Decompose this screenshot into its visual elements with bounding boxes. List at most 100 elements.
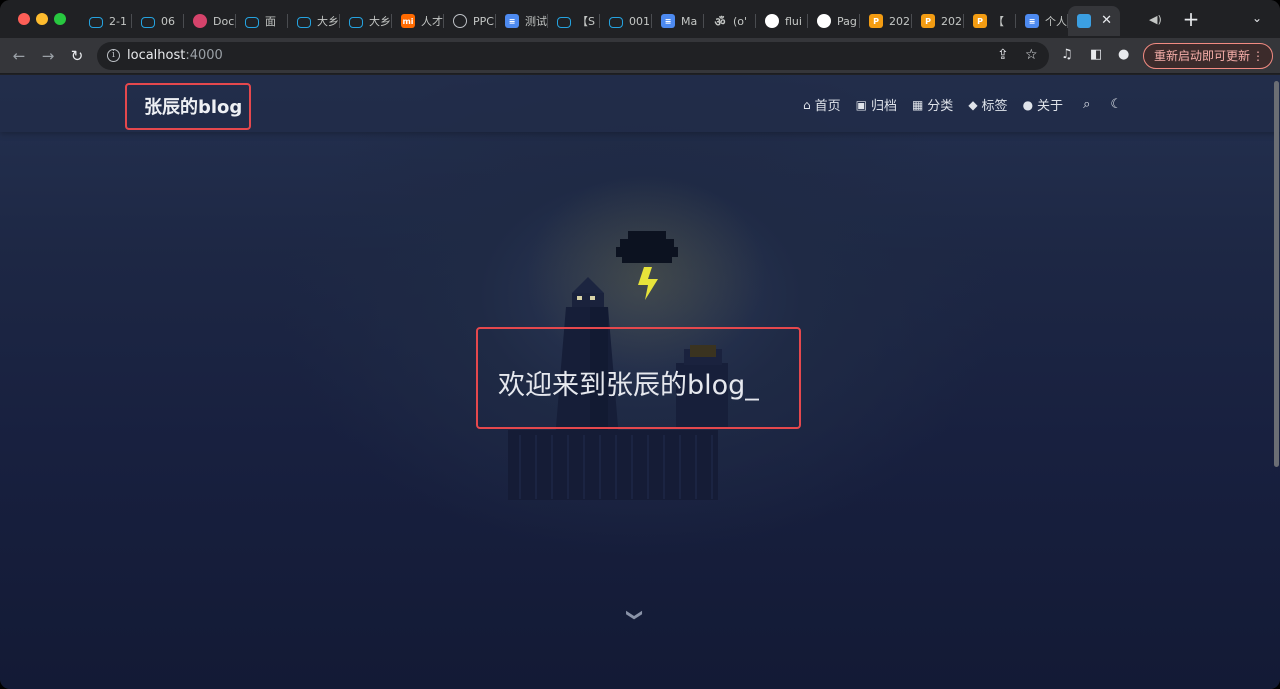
archive-icon: ▣ (855, 97, 867, 112)
bilibili-icon (349, 16, 363, 28)
minimize-window-button[interactable] (36, 13, 48, 25)
bilibili-icon (89, 16, 103, 28)
new-tab-button[interactable]: + (1180, 8, 1202, 30)
site-menu: ⌂ 首页 ▣ 归档 ▦ 分类 ◆ 标签 ● 关于 ⌕ ☾ (788, 95, 1122, 114)
dingtalk-icon (193, 14, 207, 28)
tab-label: 个人 (1045, 15, 1067, 28)
share-icon[interactable]: ⇪ (997, 47, 1009, 63)
blog-page: 张辰的blog ⌂ 首页 ▣ 归档 ▦ 分类 ◆ 标签 ● 关于 ⌕ ☾ 欢迎来到张辰的b… (0, 75, 1280, 689)
browser-tab[interactable]: flui (756, 6, 808, 36)
bookmark-star-icon[interactable]: ☆ (1025, 47, 1038, 63)
browser-tab[interactable]: 2-1 (80, 6, 132, 36)
update-button[interactable]: 重新启动即可更新 ⋮ (1143, 43, 1273, 69)
tab-label: 202 (941, 14, 962, 28)
xiaomi-icon: mi (401, 14, 415, 28)
nav-label: 首页 (814, 99, 841, 114)
browser-tab[interactable]: P 【 (964, 6, 1016, 36)
browser-tab[interactable]: Pag (808, 6, 860, 36)
nav-item-tags[interactable]: ◆ 标签 (968, 95, 1008, 115)
browser-tab-active[interactable]: ✕ (1068, 6, 1120, 36)
url-text[interactable]: localhost:4000 (127, 48, 223, 63)
github-icon (765, 14, 779, 28)
bilibili-icon (557, 16, 571, 28)
browser-tab[interactable]: P 202 (912, 6, 964, 36)
docs-icon: ≡ (1025, 14, 1039, 28)
browser-window: 2-1 06 Doc 面 大乡 大乡 mi 人才 PPC ≡ 测试 【S 001 ≡… (0, 0, 1280, 689)
browser-tab[interactable]: ≡ 个人 (1016, 6, 1068, 36)
tab-label: 【S (577, 15, 595, 28)
tab-label: flui (785, 14, 802, 28)
chevron-down-icon[interactable]: ❯ (626, 604, 645, 626)
browser-tab[interactable]: 001 (600, 6, 652, 36)
reload-button[interactable]: ↻ (66, 45, 88, 67)
side-panel-icon[interactable]: ◧ (1090, 47, 1102, 62)
nav-label: 标签 (981, 99, 1008, 114)
tab-label: 人才 (421, 15, 443, 28)
url-port: :4000 (185, 48, 223, 63)
hero-highlight-box (476, 327, 801, 429)
nav-label: 分类 (927, 99, 954, 114)
maximize-window-button[interactable] (54, 13, 66, 25)
chevron-down-icon[interactable]: ⌄ (1252, 11, 1262, 25)
browser-tab[interactable]: ॐ (o' (704, 6, 756, 36)
brand-highlight-box (125, 83, 251, 130)
tab-strip: 2-1 06 Doc 面 大乡 大乡 mi 人才 PPC ≡ 测试 【S 001 ≡… (0, 0, 1280, 38)
page-scrollbar[interactable] (1274, 81, 1279, 467)
more-menu-icon[interactable]: ⋮ (1252, 44, 1264, 68)
pp-icon: P (973, 14, 987, 28)
search-icon[interactable]: ⌕ (1083, 97, 1090, 112)
tags-icon: ◆ (968, 97, 978, 112)
url-host: localhost (127, 48, 186, 63)
user-icon: ● (1022, 97, 1034, 112)
close-window-button[interactable] (18, 13, 30, 25)
pp-icon: P (921, 14, 935, 28)
nav-item-categories[interactable]: ▦ 分类 (912, 95, 954, 115)
browser-tab[interactable]: 06 (132, 6, 184, 36)
browser-tab[interactable]: 大乡 (340, 6, 392, 36)
tab-label: Ma (681, 14, 698, 28)
globe-icon (453, 14, 467, 28)
tab-list: 2-1 06 Doc 面 大乡 大乡 mi 人才 PPC ≡ 测试 【S 001 ≡… (80, 6, 1120, 36)
speaker-icon[interactable]: ◀) (1149, 13, 1162, 26)
dark-mode-icon[interactable]: ☾ (1110, 97, 1122, 112)
tab-label: 大乡 (369, 15, 391, 28)
github-icon (817, 14, 831, 28)
docs-icon: ≡ (661, 14, 675, 28)
bilibili-icon (141, 16, 155, 28)
tab-label: 面 (265, 15, 276, 28)
browser-tab[interactable]: ≡ 测试 (496, 6, 548, 36)
browser-toolbar: ← → ↻ i localhost:4000 ⇪ ☆ ♫ ◧ ● 重新启动即可更… (0, 38, 1280, 74)
browser-tab[interactable]: P 202 (860, 6, 912, 36)
media-control-icon[interactable]: ♫ (1061, 47, 1073, 62)
bilibili-icon (609, 16, 623, 28)
tab-label: 2-1 (109, 14, 127, 28)
back-button[interactable]: ← (8, 45, 30, 67)
info-icon[interactable]: i (107, 49, 120, 62)
home-icon: ⌂ (802, 97, 811, 112)
browser-tab[interactable]: 大乡 (288, 6, 340, 36)
address-bar[interactable]: i localhost:4000 ⇪ ☆ (97, 42, 1049, 70)
browser-tab[interactable]: 【S (548, 6, 600, 36)
nav-item-about[interactable]: ● 关于 (1022, 95, 1064, 115)
nav-item-home[interactable]: ⌂ 首页 (802, 95, 841, 115)
browser-tab[interactable]: 面 (236, 6, 288, 36)
site-navbar: 张辰的blog ⌂ 首页 ▣ 归档 ▦ 分类 ◆ 标签 ● 关于 ⌕ ☾ (0, 75, 1280, 132)
bilibili-icon (245, 16, 259, 28)
update-button-label: 重新启动即可更新 (1154, 49, 1251, 63)
tab-label: (o' (733, 14, 748, 28)
tab-label: Doc (213, 14, 235, 28)
browser-tab[interactable]: ≡ Ma (652, 6, 704, 36)
tab-label: 06 (161, 14, 175, 28)
tab-label: 202 (889, 14, 910, 28)
nav-item-archive[interactable]: ▣ 归档 (855, 95, 897, 115)
pp-icon: P (869, 14, 883, 28)
nav-label: 关于 (1037, 99, 1064, 114)
bilibili-icon (297, 16, 311, 28)
browser-tab[interactable]: mi 人才 (392, 6, 444, 36)
browser-tab[interactable]: PPC (444, 6, 496, 36)
forward-button[interactable]: → (37, 45, 59, 67)
profile-icon[interactable]: ● (1118, 47, 1129, 62)
om-icon: ॐ (714, 14, 726, 29)
close-tab-icon[interactable]: ✕ (1101, 13, 1112, 28)
browser-tab[interactable]: Doc (184, 6, 236, 36)
